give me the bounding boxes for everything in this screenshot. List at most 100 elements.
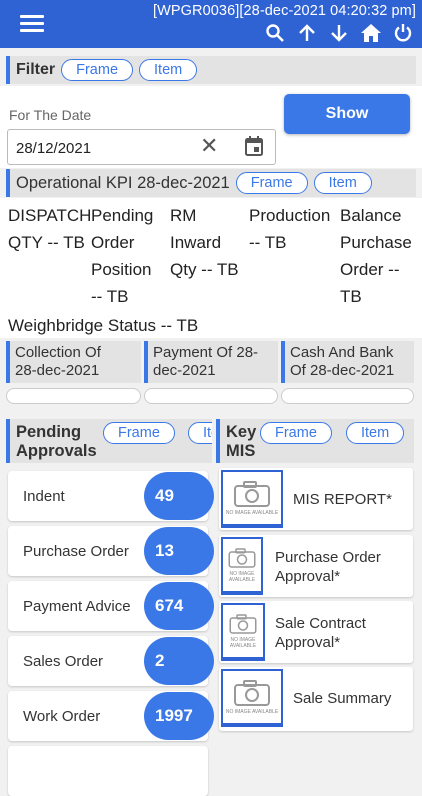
approval-count-badge: 49 [144,472,214,520]
kpi-rm-inward[interactable]: RM Inward Qty -- TB [170,202,239,283]
no-image-thumbnail: NO IMAGE AVAILABLE [221,537,263,595]
kpi-rm-line: Inward [170,233,222,252]
kpi-production-line: -- TB [249,233,287,252]
mis-item-label-line: MIS REPORT* [293,491,392,508]
top-bar: [WPGR0036][28-dec-2021 04:20:32 pm] [0,0,422,48]
card-title: Collection Of [15,344,101,361]
mis-item-label: Sale Summary [293,689,407,708]
card-title: Cash And Bank [290,344,394,361]
approval-count-badge: 1997 [144,692,214,740]
filter-label: Filter [16,61,56,78]
kpi-balance-line: Balance [340,206,402,225]
mis-item-label-line: Sale Contract [275,615,366,632]
kpi-production[interactable]: Production -- TB [249,202,330,256]
no-image-thumbnail: NO IMAGE AVAILABLE [221,603,265,661]
mis-item-label-line: Approval* [275,568,341,585]
pending-approvals-header: Pending Approvals Frame Item [6,419,212,463]
card-title: dec-2021 [153,362,216,379]
card-title: Of 28-dec-2021 [290,362,395,379]
approvals-frame-button[interactable]: Frame [103,422,175,444]
date-label: For The Date [9,107,92,123]
kpi-balance-purchase[interactable]: Balance Purchase Order -- TB [340,202,412,310]
show-button[interactable]: Show [284,94,410,134]
card-title: Payment Of 28- [153,344,259,361]
no-image-thumbnail: NO IMAGE AVAILABLE [221,669,283,727]
card-title: 28-dec-2021 [15,362,100,379]
mis-item-label: Purchase Order Approval* [275,548,407,586]
kpi-dispatch[interactable]: DISPATCH QTY -- TB [8,202,91,256]
mis-item-label-line: Purchase Order [275,549,381,566]
approval-label: Purchase Order [23,543,129,560]
kpi-pending-line: Order [91,233,135,252]
kpi-item-button[interactable]: Item [313,172,372,194]
kpi-balance-line: TB [340,287,362,306]
filter-frame-button[interactable]: Frame [61,59,134,81]
kpi-dispatch-line: QTY -- TB [8,233,85,252]
approval-count-badge: 674 [144,582,214,630]
filter-header: Filter Frame Item [6,56,416,84]
keymis-item-button[interactable]: Item [346,422,405,444]
kpi-weighbridge[interactable]: Weighbridge Status -- TB [8,312,198,339]
mis-item-sale-summary[interactable]: NO IMAGE AVAILABLE Sale Summary [219,667,413,731]
arrow-down-icon[interactable] [328,22,350,44]
pending-approvals-title-line: Approvals [16,442,97,460]
key-mis-header: Key MIS Frame Item [216,419,414,463]
mis-item-label-line: Approval* [275,634,341,651]
kpi-label: Operational KPI 28-dec-2021 [16,173,230,192]
kpi-pending-line: Position [91,260,152,279]
kpi-dispatch-line: DISPATCH [8,206,92,225]
search-icon[interactable] [264,22,286,44]
approval-item-purchase-order[interactable]: Purchase Order 13 [8,526,214,576]
approval-count-badge: 13 [144,527,214,575]
approval-label: Work Order [23,708,101,725]
kpi-balance-line: Purchase [340,233,412,252]
mis-item-purchase-order-approval[interactable]: NO IMAGE AVAILABLE Purchase Order Approv… [219,535,413,597]
cash-bank-card[interactable]: Cash And Bank Of 28-dec-2021 [281,341,414,383]
approval-item-partial[interactable] [8,746,208,796]
approval-count-badge: 2 [144,637,214,685]
payment-card[interactable]: Payment Of 28- dec-2021 [144,341,278,383]
no-image-text: NO IMAGE AVAILABLE [228,571,256,583]
arrow-up-icon[interactable] [296,22,318,44]
kpi-production-line: Production [249,206,331,225]
collection-card[interactable]: Collection Of 28-dec-2021 [6,341,141,383]
filter-item-button[interactable]: Item [139,59,198,81]
no-image-text: NO IMAGE AVAILABLE [225,510,279,516]
mis-item-sale-contract-approval[interactable]: NO IMAGE AVAILABLE Sale Contract Approva… [219,601,413,663]
mis-item-mis-report[interactable]: NO IMAGE AVAILABLE MIS REPORT* [219,468,413,530]
date-value: 28/12/2021 [16,140,92,157]
key-mis-title: Key MIS [226,423,256,461]
menu-icon[interactable] [20,15,44,33]
clear-icon[interactable]: ✕ [200,133,218,159]
approval-label: Indent [23,488,65,505]
kpi-balance-line: Order -- [340,260,400,279]
no-image-text: NO IMAGE AVAILABLE [225,709,279,715]
kpi-frame-button[interactable]: Frame [235,172,308,194]
window-title: [WPGR0036][28-dec-2021 04:20:32 pm] [152,3,416,19]
calendar-icon[interactable] [245,136,263,161]
approval-item-sales-order[interactable]: Sales Order 2 [8,636,214,686]
kpi-header: Operational KPI 28-dec-2021 Frame Item [6,169,416,197]
payment-bar [144,388,278,404]
approval-label: Sales Order [23,653,104,670]
approval-item-payment-advice[interactable]: Payment Advice 674 [8,581,214,631]
mis-item-label: Sale Contract Approval* [275,614,407,652]
kpi-pending-line: -- TB [91,287,129,306]
approval-item-indent[interactable]: Indent 49 [8,471,214,521]
key-mis-title-line: MIS [226,442,256,460]
pending-approvals-title: Pending Approvals [16,423,97,461]
no-image-thumbnail: NO IMAGE AVAILABLE [221,470,283,528]
approval-item-work-order[interactable]: Work Order 1997 [8,691,214,741]
power-icon[interactable] [392,22,414,44]
cash-bank-bar [281,388,414,404]
collection-bar [6,388,141,404]
kpi-pending-order[interactable]: Pending Order Position -- TB [91,202,153,310]
mis-item-label-line: Sale Summary [293,690,392,707]
kpi-rm-line: Qty -- TB [170,260,239,279]
key-mis-title-line: Key [226,423,257,441]
keymis-frame-button[interactable]: Frame [260,422,332,444]
no-image-text: NO IMAGE AVAILABLE [229,637,257,649]
approvals-item-button[interactable]: Item [188,422,212,444]
date-field[interactable]: 28/12/2021 ✕ [7,129,276,165]
home-icon[interactable] [360,22,382,44]
